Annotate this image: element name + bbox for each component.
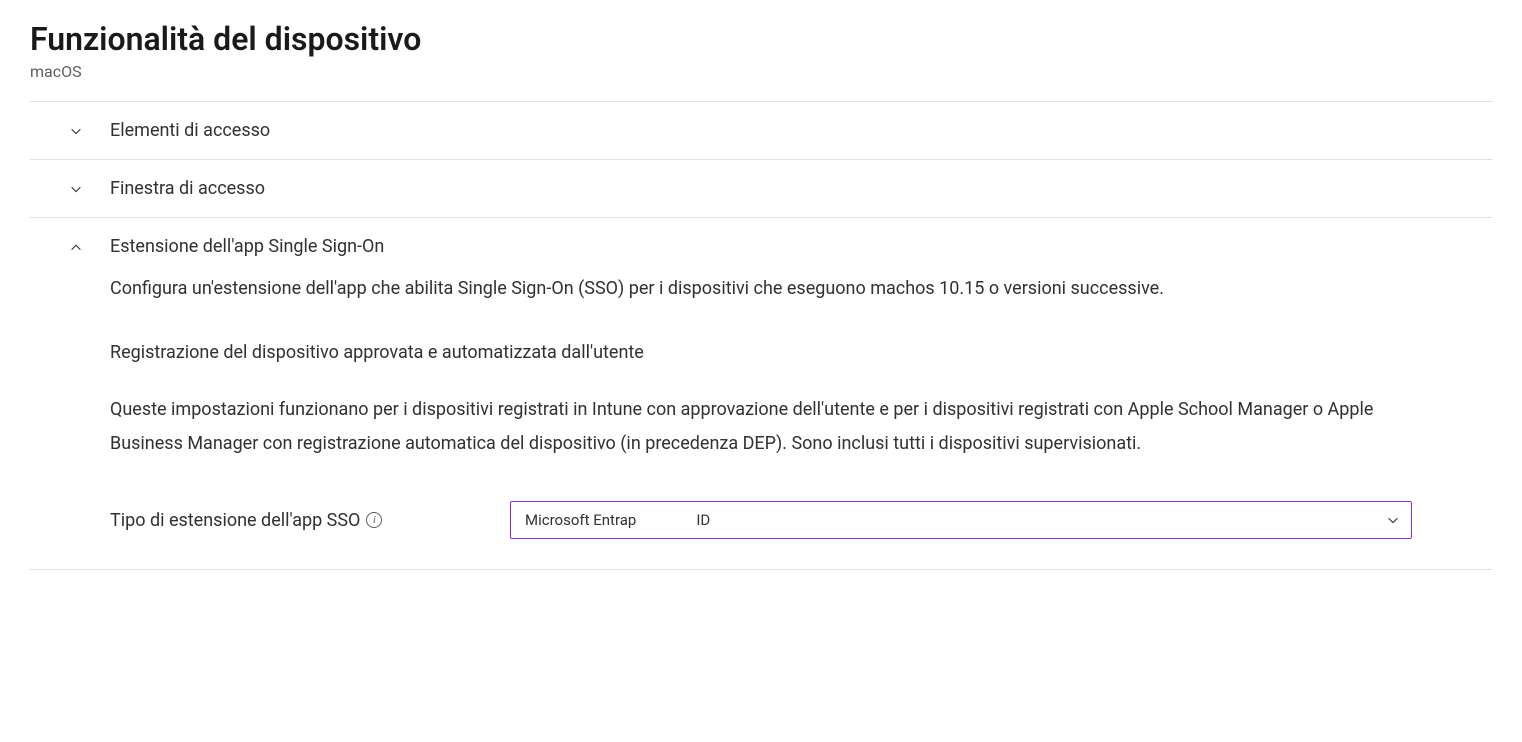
info-icon[interactable]: i [366, 512, 382, 528]
section-title-login-window: Finestra di accesso [110, 178, 265, 199]
sso-subsection-header: Registrazione del dispositivo approvata … [110, 342, 1412, 363]
section-login-window: Finestra di accesso [30, 159, 1492, 217]
form-row-sso-type: Tipo di estensione dell'app SSO i Micros… [110, 501, 1412, 539]
page-subtitle: macOS [30, 62, 1492, 81]
section-header-login-items[interactable]: Elementi di accesso [30, 102, 1492, 159]
chevron-down-icon [68, 181, 84, 197]
sso-type-select-wrapper: Microsoft Entrap ID [510, 501, 1412, 539]
sso-type-label-text: Tipo di estensione dell'app SSO [110, 510, 360, 531]
sso-type-value-part2: ID [696, 511, 710, 529]
sso-type-select[interactable]: Microsoft Entrap ID [510, 501, 1412, 539]
section-header-sso[interactable]: Estensione dell'app Single Sign-On [30, 218, 1492, 275]
section-title-sso: Estensione dell'app Single Sign-On [110, 236, 384, 257]
section-content-sso: Configura un'estensione dell'app che abi… [30, 275, 1492, 569]
section-login-items: Elementi di accesso [30, 101, 1492, 159]
sso-type-label: Tipo di estensione dell'app SSO i [110, 510, 490, 531]
chevron-down-icon [1386, 513, 1400, 527]
section-sso: Estensione dell'app Single Sign-On Confi… [30, 217, 1492, 570]
section-title-login-items: Elementi di accesso [110, 120, 270, 141]
chevron-down-icon [68, 123, 84, 139]
sso-subsection-text: Queste impostazioni funzionano per i dis… [110, 393, 1412, 461]
page-title: Funzionalità del dispositivo [30, 20, 1492, 58]
chevron-up-icon [68, 239, 84, 255]
sso-type-value-part1: Microsoft Entrap [525, 511, 636, 529]
section-header-login-window[interactable]: Finestra di accesso [30, 160, 1492, 217]
sso-description: Configura un'estensione dell'app che abi… [110, 275, 1412, 302]
